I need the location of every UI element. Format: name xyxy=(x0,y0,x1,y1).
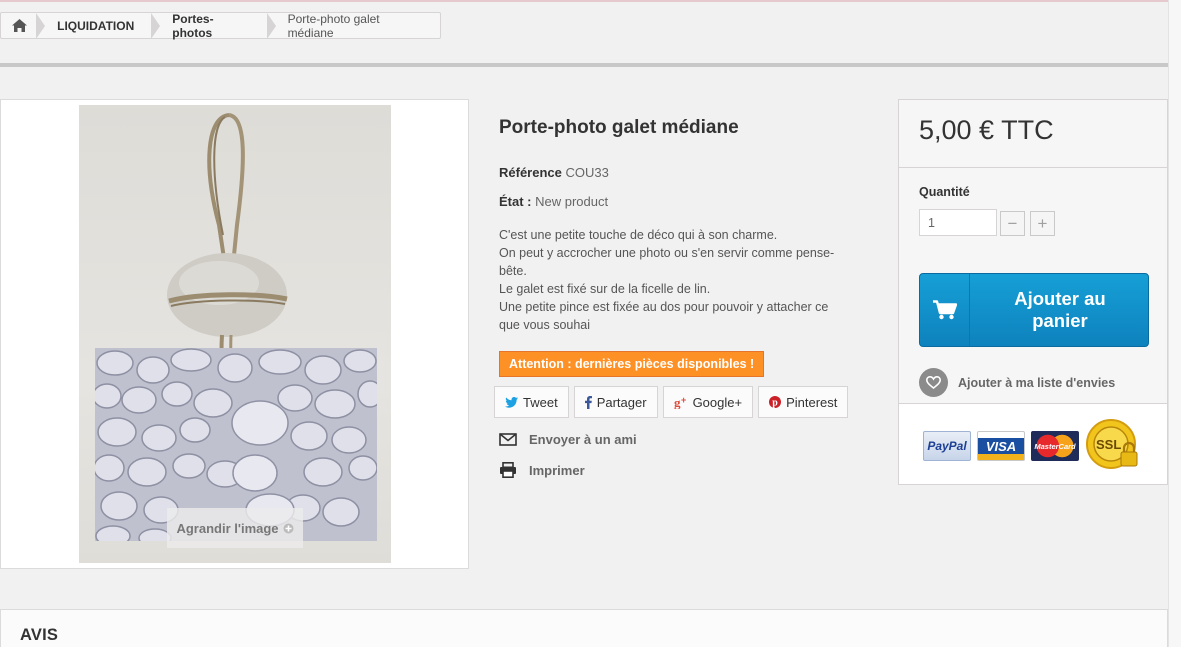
stock-warning-badge: Attention : dernières pièces disponibles… xyxy=(499,351,765,377)
product-price: 5,00 € TTC xyxy=(919,115,1054,145)
product-reference: Référence COU33 xyxy=(499,165,609,180)
send-to-friend-label: Envoyer à un ami xyxy=(529,432,637,447)
send-to-friend-link[interactable]: Envoyer à un ami xyxy=(499,432,637,447)
zoom-plus-icon xyxy=(283,523,294,533)
enlarge-image-label: Agrandir l'image xyxy=(176,520,279,536)
section-divider xyxy=(0,63,1168,67)
reviews-title: AVIS xyxy=(20,626,59,644)
social-share-buttons: Tweet Partager g + Google+ p Pinterest xyxy=(494,386,849,418)
add-to-cart-label-line2: panier xyxy=(1032,310,1088,331)
description-line: bête. xyxy=(499,264,527,278)
paypal-logo: PayPal xyxy=(923,431,971,461)
tweet-button[interactable]: Tweet xyxy=(494,386,569,418)
svg-text:+: + xyxy=(681,396,686,405)
ssl-badge: SSL xyxy=(1085,418,1141,474)
shopping-cart-icon xyxy=(932,300,957,320)
svg-text:g: g xyxy=(674,396,681,409)
cart-area: Quantité − + Ajouter au panier xyxy=(899,168,1167,404)
condition-label: État : xyxy=(499,194,532,209)
description-line: Le galet est fixé sur de la ficelle de l… xyxy=(499,282,711,296)
twitter-icon xyxy=(505,396,518,408)
buy-box: 5,00 € TTC Quantité − + Ajouter au panie… xyxy=(898,99,1168,485)
visa-logo: VISA xyxy=(977,431,1025,461)
reviews-section: AVIS xyxy=(0,609,1168,647)
price-area: 5,00 € TTC xyxy=(899,100,1167,168)
add-to-cart-label: Ajouter au panier xyxy=(972,274,1148,346)
printer-icon xyxy=(500,462,516,478)
enlarge-image-button[interactable]: Agrandir l'image xyxy=(167,508,303,548)
pinterest-icon: p xyxy=(769,396,782,409)
reference-label: Référence xyxy=(499,165,562,180)
wishlist-link[interactable]: Ajouter à ma liste d'envies xyxy=(919,368,1115,397)
pinterest-label: Pinterest xyxy=(786,394,838,410)
svg-text:p: p xyxy=(772,398,778,409)
product-condition: État : New product xyxy=(499,194,608,209)
breadcrumb-home[interactable] xyxy=(1,13,37,38)
print-label: Imprimer xyxy=(529,462,585,478)
google-plus-button[interactable]: g + Google+ xyxy=(662,386,754,418)
envelope-icon xyxy=(499,433,517,446)
google-plus-icon: g + xyxy=(674,396,686,409)
facebook-share-button[interactable]: Partager xyxy=(573,386,658,418)
quantity-label: Quantité xyxy=(919,185,970,199)
product-title: Porte-photo galet médiane xyxy=(499,117,739,138)
product-photo[interactable]: Agrandir l'image xyxy=(79,105,391,563)
breadcrumb: LIQUIDATION Portes-photos Porte-photo ga… xyxy=(0,12,441,40)
payment-logos: PayPal VISA MasterCard SSL xyxy=(923,418,1141,474)
quantity-decrease-button[interactable]: − xyxy=(1000,211,1025,236)
add-to-cart-button[interactable]: Ajouter au panier xyxy=(919,273,1149,347)
condition-value: New product xyxy=(535,194,609,209)
description-line: C'est une petite touche de déco qui à so… xyxy=(499,228,778,242)
reference-value: COU33 xyxy=(565,165,609,180)
home-icon xyxy=(11,19,27,32)
google-plus-label: Google+ xyxy=(692,394,743,410)
top-accent-strip xyxy=(0,0,1181,2)
wishlist-label: Ajouter à ma liste d'envies xyxy=(958,375,1116,390)
breadcrumb-item-portes-photos[interactable]: Portes-photos xyxy=(151,12,267,40)
page-right-gutter xyxy=(1168,0,1181,647)
description-line: que vous souhai xyxy=(499,318,591,332)
pinterest-button[interactable]: p Pinterest xyxy=(758,386,849,418)
breadcrumb-item-liquidation[interactable]: LIQUIDATION xyxy=(36,13,152,39)
ssl-label: SSL xyxy=(1096,437,1122,452)
product-description: C'est une petite touche de déco qui à so… xyxy=(499,226,861,334)
heart-icon xyxy=(926,376,941,389)
quantity-input[interactable] xyxy=(919,209,997,236)
add-to-cart-label-line1: Ajouter au xyxy=(1014,288,1106,309)
description-line: Une petite pince est fixée au dos pour p… xyxy=(499,300,829,314)
breadcrumb-item-current: Porte-photo galet médiane xyxy=(266,12,440,40)
share-label: Partager xyxy=(596,394,647,410)
product-image-panel: Agrandir l'image xyxy=(0,99,469,569)
quantity-increase-button[interactable]: + xyxy=(1030,211,1055,236)
print-link[interactable]: Imprimer xyxy=(499,462,585,478)
mastercard-logo: MasterCard xyxy=(1031,431,1079,461)
tweet-label: Tweet xyxy=(523,394,558,410)
facebook-icon xyxy=(584,395,592,409)
description-line: On peut y accrocher une photo ou s'en se… xyxy=(499,246,835,260)
